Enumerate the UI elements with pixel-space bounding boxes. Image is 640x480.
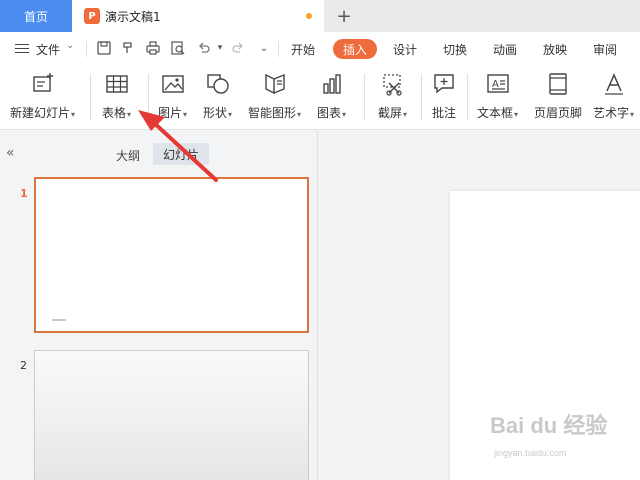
picture-label: 图片 (158, 106, 183, 120)
tab-insert[interactable]: 插入 (333, 39, 377, 59)
menu-bar: 文件 ⌄ ▾ ⌄ 开始 插入 设计 切换 动画 放映 审阅 (0, 32, 640, 66)
shape-label: 形状 (203, 106, 228, 120)
picture-icon (161, 75, 184, 93)
hamburger-menu-icon[interactable] (14, 41, 30, 57)
tab-design[interactable]: 设计 (393, 41, 417, 58)
new-slide-label: 新建幻灯片 (10, 106, 71, 120)
comment-icon (434, 74, 454, 94)
slide-number: 1 (20, 187, 28, 200)
svg-text:A: A (492, 79, 499, 90)
screenshot-button[interactable]: 截屏▾ (378, 70, 407, 124)
collapse-panel-icon[interactable]: « (6, 145, 15, 161)
chart-button[interactable]: 图表▾ (317, 70, 346, 124)
tab-document[interactable]: P 演示文稿1 (72, 0, 324, 32)
tab-outline[interactable]: 大纲 (116, 147, 140, 164)
table-label: 表格 (102, 106, 127, 120)
tab-slides[interactable]: 幻灯片 (153, 143, 209, 165)
textbox-label: 文本框 (477, 106, 514, 120)
divider (421, 74, 422, 120)
tab-home[interactable]: 首页 (0, 0, 72, 32)
textbox-icon: A (486, 74, 509, 93)
save-icon[interactable] (96, 40, 112, 56)
wordart-icon (604, 73, 623, 95)
comment-button[interactable]: 批注 (432, 70, 456, 124)
new-slide-icon (32, 73, 53, 92)
table-button[interactable]: 表格▾ (102, 70, 131, 124)
wordart-button[interactable]: 艺术字▾ (593, 70, 634, 124)
ribbon-toolbar: 新建幻灯片▾ 表格▾ 图片▾ 形状▾ 智能图形▾ 图表▾ 截屏▾ 批注 A 文本… (0, 66, 640, 130)
divider (467, 74, 468, 120)
textbox-button[interactable]: A 文本框▾ (477, 70, 518, 124)
undo-dropdown-icon[interactable]: ▾ (212, 40, 228, 56)
tab-transitions[interactable]: 切换 (443, 41, 467, 58)
slide-thumbnail-2[interactable] (34, 350, 309, 480)
customize-toolbar-icon[interactable]: ⌄ (256, 40, 272, 56)
wordart-label: 艺术字 (593, 106, 630, 120)
divider (148, 74, 149, 120)
tab-animations[interactable]: 动画 (493, 41, 517, 58)
thumbnail-placeholder-mark (52, 319, 66, 321)
chevron-down-icon[interactable]: ⌄ (66, 40, 74, 51)
document-title: 演示文稿1 (105, 9, 161, 24)
screenshot-label: 截屏 (378, 106, 403, 120)
divider (364, 74, 365, 120)
divider (90, 74, 91, 120)
divider (86, 41, 87, 57)
print-preview-icon[interactable] (170, 40, 186, 56)
undo-icon[interactable] (196, 40, 212, 56)
tab-home-ribbon[interactable]: 开始 (291, 41, 315, 58)
baidu-watermark: Bai du 经验 jingyan.baidu.com (490, 408, 610, 468)
tab-slideshow[interactable]: 放映 (543, 41, 567, 58)
comment-label: 批注 (432, 106, 457, 120)
slide-number: 2 (20, 359, 27, 372)
unsaved-dot-icon (306, 13, 312, 19)
header-footer-button[interactable]: 页眉页脚 (534, 70, 582, 124)
watermark-url: jingyan.baidu.com (494, 448, 567, 458)
file-menu[interactable]: 文件 (36, 41, 60, 58)
new-slide-button[interactable]: 新建幻灯片▾ (10, 70, 75, 124)
slide-panel: « 大纲 幻灯片 1 2 (0, 131, 318, 480)
add-tab-button[interactable]: + (334, 4, 354, 28)
tab-bar: 首页 P 演示文稿1 + (0, 0, 640, 32)
slide-thumbnail-1[interactable] (34, 177, 309, 333)
watermark-text: Bai du 经验 (490, 413, 608, 438)
picture-button[interactable]: 图片▾ (158, 70, 187, 124)
smartart-icon (264, 73, 285, 95)
screenshot-icon (382, 74, 402, 96)
tab-review[interactable]: 审阅 (593, 41, 617, 58)
chart-label: 图表 (317, 106, 342, 120)
presentation-logo-icon: P (84, 8, 100, 24)
shape-icon (206, 74, 229, 94)
divider (278, 41, 279, 57)
smartart-button[interactable]: 智能图形▾ (248, 70, 301, 124)
smartart-label: 智能图形 (248, 106, 297, 120)
format-painter-icon[interactable] (120, 40, 136, 56)
chart-icon (322, 74, 341, 94)
header-footer-icon (549, 73, 567, 95)
shape-button[interactable]: 形状▾ (203, 70, 232, 124)
print-icon[interactable] (145, 40, 161, 56)
table-icon (105, 75, 128, 93)
redo-icon[interactable] (230, 40, 246, 56)
header-footer-label: 页眉页脚 (534, 106, 583, 120)
